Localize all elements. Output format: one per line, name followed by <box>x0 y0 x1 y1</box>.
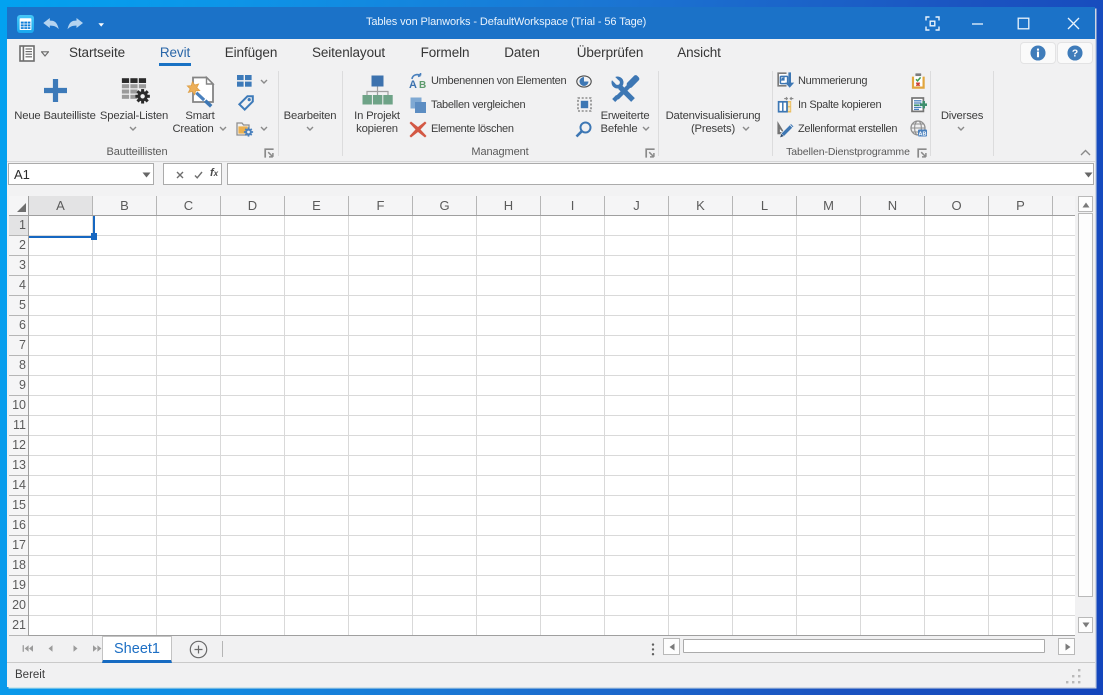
svg-text:?: ? <box>1072 49 1078 60</box>
svg-text:A: A <box>409 79 417 89</box>
svg-text:AB: AB <box>919 131 927 137</box>
svg-text:B: B <box>419 80 426 89</box>
